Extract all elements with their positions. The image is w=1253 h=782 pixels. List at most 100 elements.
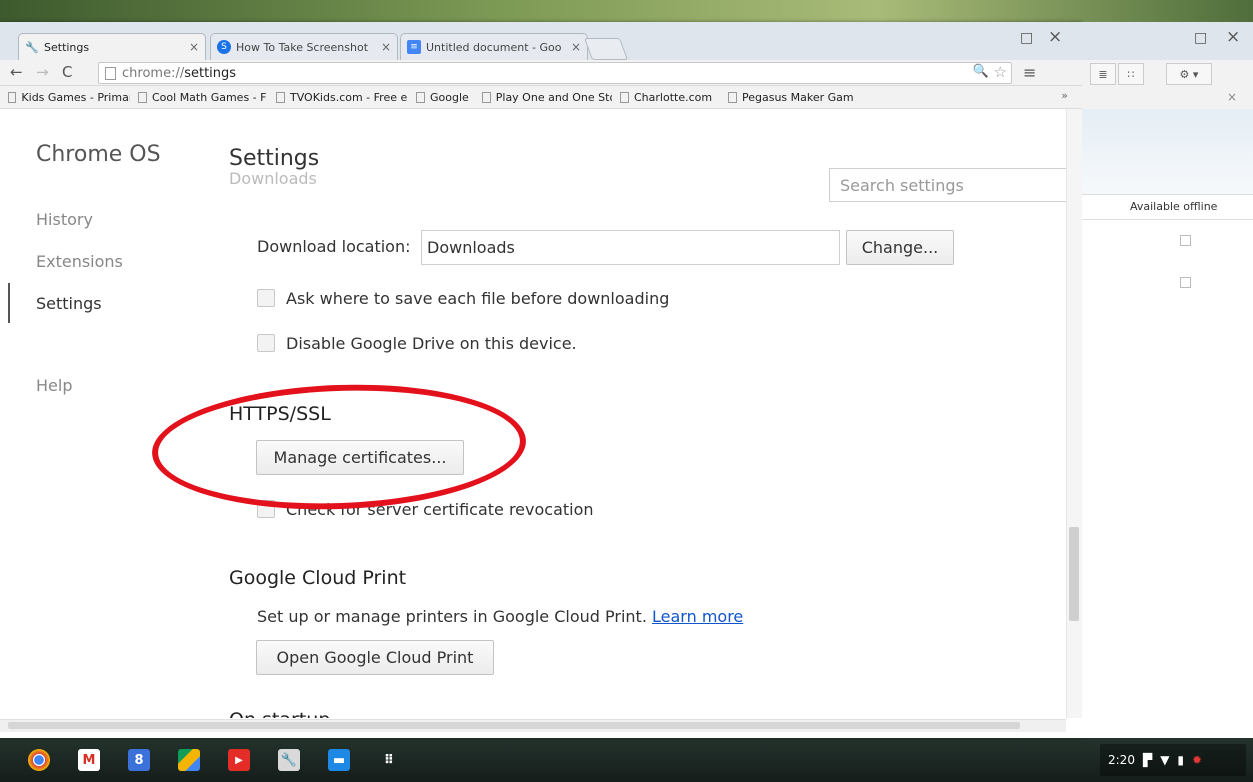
tab-document[interactable]: ≡ Untitled document - Goo × [400, 33, 588, 60]
page-icon [276, 91, 285, 103]
sidebar-item-settings[interactable]: Settings [36, 294, 102, 313]
bookmark-star-icon[interactable]: ☆ [994, 63, 1007, 81]
chrome-window: 🔧 Settings × S How To Take Screenshot × … [0, 22, 1082, 738]
toolbar: ← → C chrome://settings 🔍 ☆ ≡ [0, 60, 1082, 86]
youtube-icon[interactable]: ▶ [228, 749, 250, 771]
bookmark-item[interactable]: Pegasus Maker Gam [728, 91, 860, 104]
drive-window: □ × ≣ ∷ ⚙ ▾ × Available offline [1082, 22, 1253, 738]
bookmark-item[interactable]: Kids Games - Primary [8, 91, 130, 104]
tab-title: Untitled document - Goo [426, 40, 562, 54]
sidebar-item-history[interactable]: History [36, 210, 93, 229]
column-header: Available offline [1082, 194, 1253, 220]
search-settings-input[interactable]: Search settings [829, 168, 1079, 202]
learn-more-link[interactable]: Learn more [652, 607, 743, 626]
ask-where-label: Ask where to save each file before downl… [286, 289, 670, 308]
url-text: chrome://settings [122, 65, 237, 81]
available-offline-header: Available offline [1130, 200, 1218, 213]
chrome-icon[interactable] [28, 749, 50, 771]
maximize-icon[interactable]: □ [1194, 30, 1207, 46]
downloads-section-title-faded: Downloads [229, 169, 317, 188]
sidebar-item-extensions[interactable]: Extensions [36, 252, 123, 271]
close-tab-icon[interactable]: × [381, 40, 391, 54]
zoom-icon[interactable]: 🔍 [973, 64, 989, 79]
page-icon [728, 91, 737, 103]
bookmarks-bar: Kids Games - Primary Cool Math Games - F… [0, 86, 1082, 109]
horizontal-scrollbar[interactable] [0, 719, 1066, 732]
page-icon [416, 91, 425, 103]
ask-where-checkbox[interactable] [257, 289, 275, 307]
bookmarks-overflow-icon[interactable]: » [1061, 89, 1068, 102]
reload-icon[interactable]: C [62, 63, 72, 81]
close-window-icon[interactable]: × [1226, 27, 1240, 47]
bookmark-item[interactable]: TVOKids.com - Free e [276, 91, 408, 104]
gmail-icon[interactable]: M [78, 749, 100, 771]
vertical-scrollbar[interactable] [1066, 109, 1082, 718]
page-icon [482, 91, 491, 103]
sidebar-title: Chrome OS [36, 142, 161, 167]
tab-strip: 🔧 Settings × S How To Take Screenshot × … [0, 22, 1082, 60]
drive-icon[interactable] [178, 749, 200, 771]
bookmark-item[interactable]: Google [416, 91, 474, 104]
menu-icon[interactable]: ≡ [1023, 63, 1036, 82]
scrollbar-thumb[interactable] [8, 722, 1020, 729]
page-icon [8, 91, 17, 103]
docs-icon: ≡ [407, 40, 421, 54]
list-view-icon[interactable]: ≣ [1090, 63, 1116, 85]
page-icon [138, 91, 147, 103]
desktop-wallpaper [0, 0, 1253, 22]
drive-banner [1082, 109, 1253, 194]
tab-title: Settings [44, 40, 90, 54]
close-tab-icon[interactable]: × [189, 40, 199, 54]
close-window-icon[interactable]: × [1048, 27, 1062, 47]
wifi-icon: ▼ [1160, 753, 1170, 767]
tab-title: How To Take Screenshot [236, 40, 369, 54]
back-icon[interactable]: ← [10, 63, 23, 81]
cloud-print-heading: Google Cloud Print [229, 567, 407, 589]
disable-drive-checkbox[interactable] [257, 334, 275, 352]
page-icon [620, 91, 629, 103]
google-plus-icon[interactable]: 8 [128, 749, 150, 771]
settings-page: Chrome OS History Extensions Settings He… [0, 109, 1082, 718]
grid-view-icon[interactable]: ∷ [1118, 63, 1144, 85]
close-icon[interactable]: × [1227, 90, 1237, 104]
drive-window-titlebar: □ × [1082, 22, 1253, 60]
open-cloud-print-button[interactable]: Open Google Cloud Print [256, 640, 494, 675]
new-tab-button[interactable] [583, 38, 629, 60]
tab-settings[interactable]: 🔧 Settings × [18, 33, 206, 60]
gear-icon[interactable]: ⚙ ▾ [1166, 63, 1212, 85]
forward-icon[interactable]: → [36, 63, 49, 81]
bookmark-item[interactable]: Charlotte.com [620, 91, 720, 104]
change-button[interactable]: Change... [846, 230, 954, 265]
red-annotation-ellipse [149, 378, 529, 516]
maximize-icon[interactable]: □ [1020, 30, 1033, 46]
settings-app-icon[interactable]: 🔧 [278, 749, 300, 771]
bookmark-item[interactable]: Play One and One Sto [482, 91, 612, 104]
on-startup-heading: On startup [229, 709, 330, 718]
status-tray[interactable]: 2:20 ▛ ▼ ▮ ✹ [1100, 744, 1246, 776]
scrollbar-thumb[interactable] [1069, 527, 1079, 621]
drive-toolbar: ≣ ∷ ⚙ ▾ × [1082, 60, 1253, 110]
page-icon [105, 66, 116, 80]
page-title: Settings [229, 146, 320, 171]
download-location-field[interactable]: Downloads [421, 230, 840, 265]
omnibox[interactable]: chrome://settings 🔍 ☆ [98, 62, 1012, 84]
clock: 2:20 [1108, 753, 1135, 767]
tab-screenshot[interactable]: S How To Take Screenshot × [210, 33, 398, 60]
bug-icon: ✹ [1192, 753, 1203, 767]
bookmark-item[interactable]: Cool Math Games - F [138, 91, 268, 104]
cloud-print-description: Set up or manage printers in Google Clou… [257, 607, 744, 626]
shelf: M 8 ▶ 🔧 ▬ ⠿ 2:20 ▛ ▼ ▮ ✹ [0, 738, 1253, 782]
site-favicon-icon: S [217, 40, 231, 54]
offline-checkbox[interactable] [1180, 277, 1191, 288]
files-icon[interactable]: ▬ [328, 749, 350, 771]
close-tab-icon[interactable]: × [571, 40, 581, 54]
user-icon: ▛ [1142, 753, 1153, 767]
battery-icon: ▮ [1177, 753, 1185, 767]
download-location-label: Download location: [257, 237, 411, 256]
sidebar-item-help[interactable]: Help [36, 376, 72, 395]
offline-checkbox[interactable] [1180, 235, 1191, 246]
disable-drive-label: Disable Google Drive on this device. [286, 334, 577, 353]
wrench-icon: 🔧 [25, 40, 39, 54]
sidebar-selection-indicator [8, 283, 10, 323]
app-launcher-icon[interactable]: ⠿ [378, 749, 400, 771]
